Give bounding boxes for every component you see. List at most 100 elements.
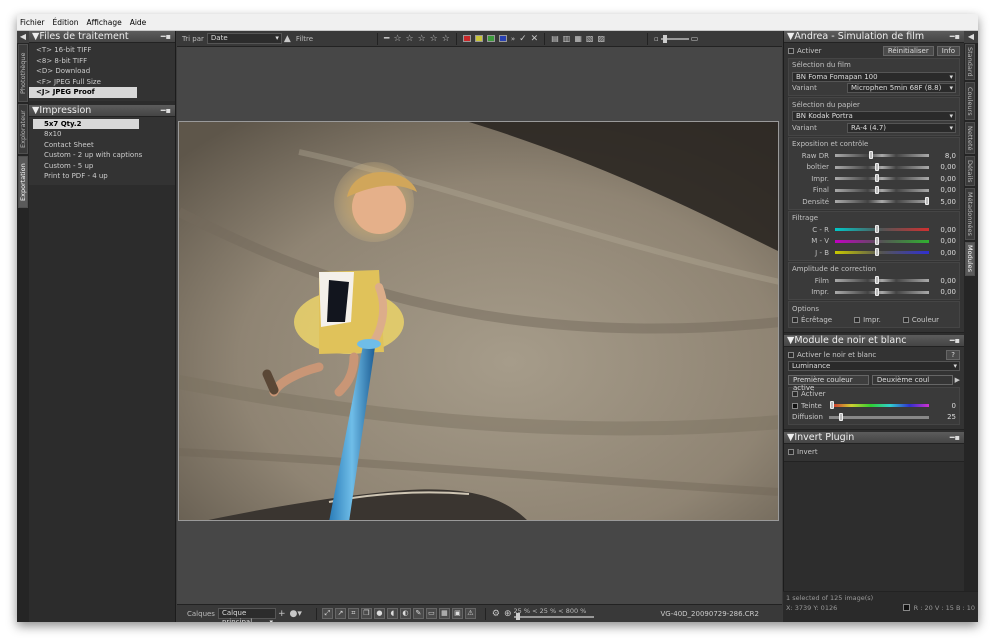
collapse-left-arrow-icon[interactable]: ◀	[17, 31, 29, 43]
layout-icon[interactable]: ▦	[574, 34, 582, 43]
tab-metadonnees[interactable]: Métadonnées	[965, 188, 975, 240]
color-checkbox[interactable]	[902, 317, 909, 324]
print-panel-header[interactable]: ▼Impression ━▪	[29, 104, 175, 117]
clipping-checkbox[interactable]	[792, 317, 798, 324]
layer-options-icon[interactable]: ●▾	[290, 609, 302, 619]
color-label-red[interactable]	[462, 35, 471, 42]
lock-icon[interactable]: ▣	[451, 608, 463, 619]
help-button[interactable]: ?	[946, 349, 960, 360]
layout-icon[interactable]: ▨	[597, 34, 605, 43]
filter-0-slider[interactable]	[835, 225, 929, 234]
tab-exportation[interactable]: Exportation	[18, 156, 28, 208]
tab-couleurs[interactable]: Couleurs	[965, 82, 975, 120]
eraser-icon[interactable]: ◐	[399, 608, 411, 619]
tab-modules[interactable]: Modules	[965, 242, 975, 276]
star-icon[interactable]: ☆	[418, 34, 426, 44]
collapse-right-arrow-icon[interactable]: ◀	[964, 31, 978, 43]
filter-1-slider-knob[interactable]	[875, 236, 880, 245]
bw-sub-activate-checkbox[interactable]	[792, 391, 798, 398]
warning-icon[interactable]: ⚠	[464, 608, 476, 619]
filter-0-slider-knob[interactable]	[875, 225, 880, 234]
amplitude-1-slider[interactable]	[835, 287, 929, 296]
film-panel-header[interactable]: ▼Andrea - Simulation de film ━▪	[784, 31, 964, 43]
list-item[interactable]: <F> JPEG Full Size	[29, 77, 175, 88]
filter-2-slider[interactable]	[835, 248, 929, 257]
exposure-1-slider-knob[interactable]	[875, 162, 880, 171]
invert-panel-header[interactable]: ▼Invert Plugin ━▪	[784, 432, 964, 444]
layout-icon[interactable]: ▤	[551, 34, 559, 43]
sort-direction-icon[interactable]: ▲	[284, 34, 291, 44]
color-label-blue[interactable]	[498, 35, 507, 42]
film-variant-select[interactable]: Microphen 5min 68F (8.8)	[847, 83, 956, 94]
add-layer-icon[interactable]: +	[278, 609, 286, 619]
invert-checkbox[interactable]	[788, 448, 794, 455]
list-item[interactable]: Contact Sheet	[29, 140, 175, 151]
bw-mode-select[interactable]: Luminance	[788, 361, 960, 372]
tab-explorateur[interactable]: Explorateur	[18, 104, 28, 154]
diffusion-slider-knob[interactable]	[839, 412, 843, 421]
crop-icon[interactable]: ⌗	[347, 608, 359, 619]
exposure-1-slider[interactable]	[835, 162, 929, 171]
amplitude-0-slider[interactable]	[835, 276, 929, 285]
redeye-icon[interactable]: ◖	[386, 608, 398, 619]
files-panel-header[interactable]: ▼Files de traitement ━▪	[29, 31, 175, 43]
compare-icon[interactable]: ▦	[438, 608, 450, 619]
clone-icon[interactable]: ❐	[360, 608, 372, 619]
layout-icon[interactable]: ▧	[586, 34, 594, 43]
pin-icon[interactable]: ━▪	[950, 432, 960, 444]
reject-x-icon[interactable]: ✕	[531, 34, 539, 44]
pin-icon[interactable]: ━▪	[950, 335, 960, 347]
exposure-3-slider[interactable]	[835, 185, 929, 194]
list-item[interactable]: Print to PDF - 4 up	[29, 171, 175, 182]
exposure-3-slider-knob[interactable]	[875, 185, 880, 194]
tab-nettete[interactable]: Netteté	[965, 122, 975, 154]
brush-icon[interactable]: ✎	[412, 608, 424, 619]
list-item[interactable]: Custom - 5 up	[29, 161, 175, 172]
list-item-selected[interactable]: <J> JPEG Proof	[29, 87, 137, 98]
list-item[interactable]: <T> 16-bit TIFF	[29, 45, 175, 56]
list-item[interactable]: 8x10	[29, 129, 175, 140]
photo-preview[interactable]	[178, 121, 779, 521]
menu-file[interactable]: Fichier	[20, 18, 45, 27]
thumbnail-size-slider[interactable]	[660, 34, 689, 43]
color-label-yellow[interactable]	[474, 35, 483, 42]
tab-first-color[interactable]: Première couleur active	[788, 374, 869, 392]
chevron-right-icon[interactable]: ▶	[955, 376, 960, 384]
zoom-control[interactable]: 25 % < 25 % < 800 %	[513, 607, 599, 621]
pin-icon[interactable]: ━▪	[950, 31, 960, 43]
accept-check-icon[interactable]: ✓	[519, 34, 527, 44]
exposure-2-slider-knob[interactable]	[875, 174, 880, 183]
tab-details[interactable]: Détails	[965, 156, 975, 186]
tab-second-color[interactable]: Deuxième coul	[871, 374, 953, 385]
zoom-slider-knob[interactable]	[515, 612, 520, 620]
exposure-4-slider[interactable]	[835, 197, 930, 206]
print-checkbox[interactable]	[854, 317, 861, 324]
list-item[interactable]: <8> 8-bit TIFF	[29, 56, 175, 67]
thumbnail-small-icon[interactable]: ▫	[654, 35, 659, 43]
list-item[interactable]: <D> Download	[29, 66, 175, 77]
exposure-0-slider-knob[interactable]	[868, 151, 873, 160]
sort-select[interactable]: Date ▾	[206, 33, 282, 44]
menu-help[interactable]: Aide	[130, 18, 147, 27]
fit-screen-icon[interactable]: ⤢	[321, 608, 333, 619]
display-icon[interactable]: ▭	[425, 608, 437, 619]
reset-button[interactable]: Réinitialiser	[882, 45, 934, 56]
zoom-icon[interactable]: ⊕	[504, 609, 512, 619]
menu-view[interactable]: Affichage	[86, 18, 121, 27]
layers-select[interactable]: Calque principal ▾	[217, 608, 276, 622]
tab-standard[interactable]: Standard	[965, 44, 975, 80]
color-label-green[interactable]	[486, 35, 495, 42]
amplitude-0-slider-knob[interactable]	[875, 276, 880, 285]
info-button[interactable]: Info	[936, 45, 960, 56]
tint-swatch[interactable]	[792, 402, 798, 409]
filter-label[interactable]: Filtre	[296, 35, 313, 43]
thumbnail-large-icon[interactable]: ▭	[691, 34, 699, 43]
film-select[interactable]: BN Foma Fomapan 100	[792, 71, 956, 82]
paper-select[interactable]: BN Kodak Portra	[792, 111, 956, 122]
tint-slider[interactable]	[830, 401, 929, 410]
tint-slider-knob[interactable]	[830, 401, 834, 410]
star-icon[interactable]: ☆	[442, 34, 450, 44]
list-item[interactable]: Custom - 2 up with captions	[29, 150, 175, 161]
activate-checkbox[interactable]	[788, 47, 794, 54]
exposure-0-slider[interactable]	[835, 151, 929, 160]
